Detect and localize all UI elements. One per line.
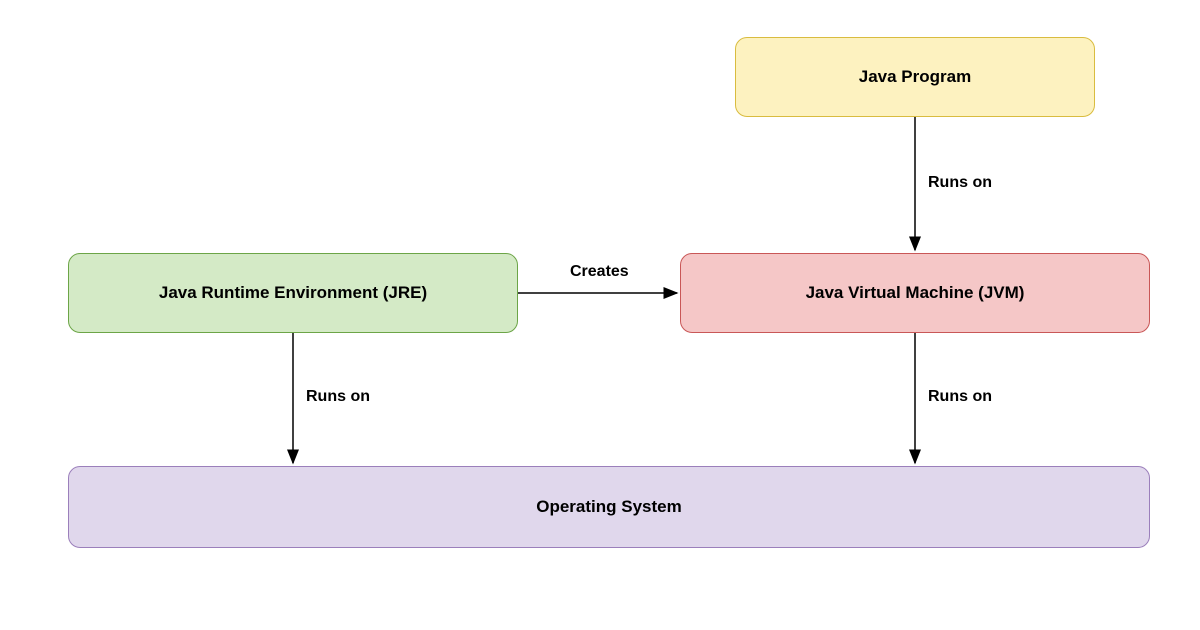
- edge-label-jvm-to-os: Runs on: [926, 388, 994, 406]
- edge-label-program-to-jvm: Runs on: [926, 174, 994, 192]
- node-jvm: Java Virtual Machine (JVM): [680, 253, 1150, 333]
- edge-label-jre-to-os: Runs on: [304, 388, 372, 406]
- edge-label-jre-to-jvm: Creates: [568, 263, 631, 281]
- node-jre-label: Java Runtime Environment (JRE): [159, 283, 427, 303]
- node-jvm-label: Java Virtual Machine (JVM): [806, 283, 1025, 303]
- node-os: Operating System: [68, 466, 1150, 548]
- java-architecture-diagram: Java Program Java Runtime Environment (J…: [0, 0, 1200, 630]
- node-java-program-label: Java Program: [859, 67, 971, 87]
- node-java-program: Java Program: [735, 37, 1095, 117]
- node-os-label: Operating System: [536, 497, 682, 517]
- node-jre: Java Runtime Environment (JRE): [68, 253, 518, 333]
